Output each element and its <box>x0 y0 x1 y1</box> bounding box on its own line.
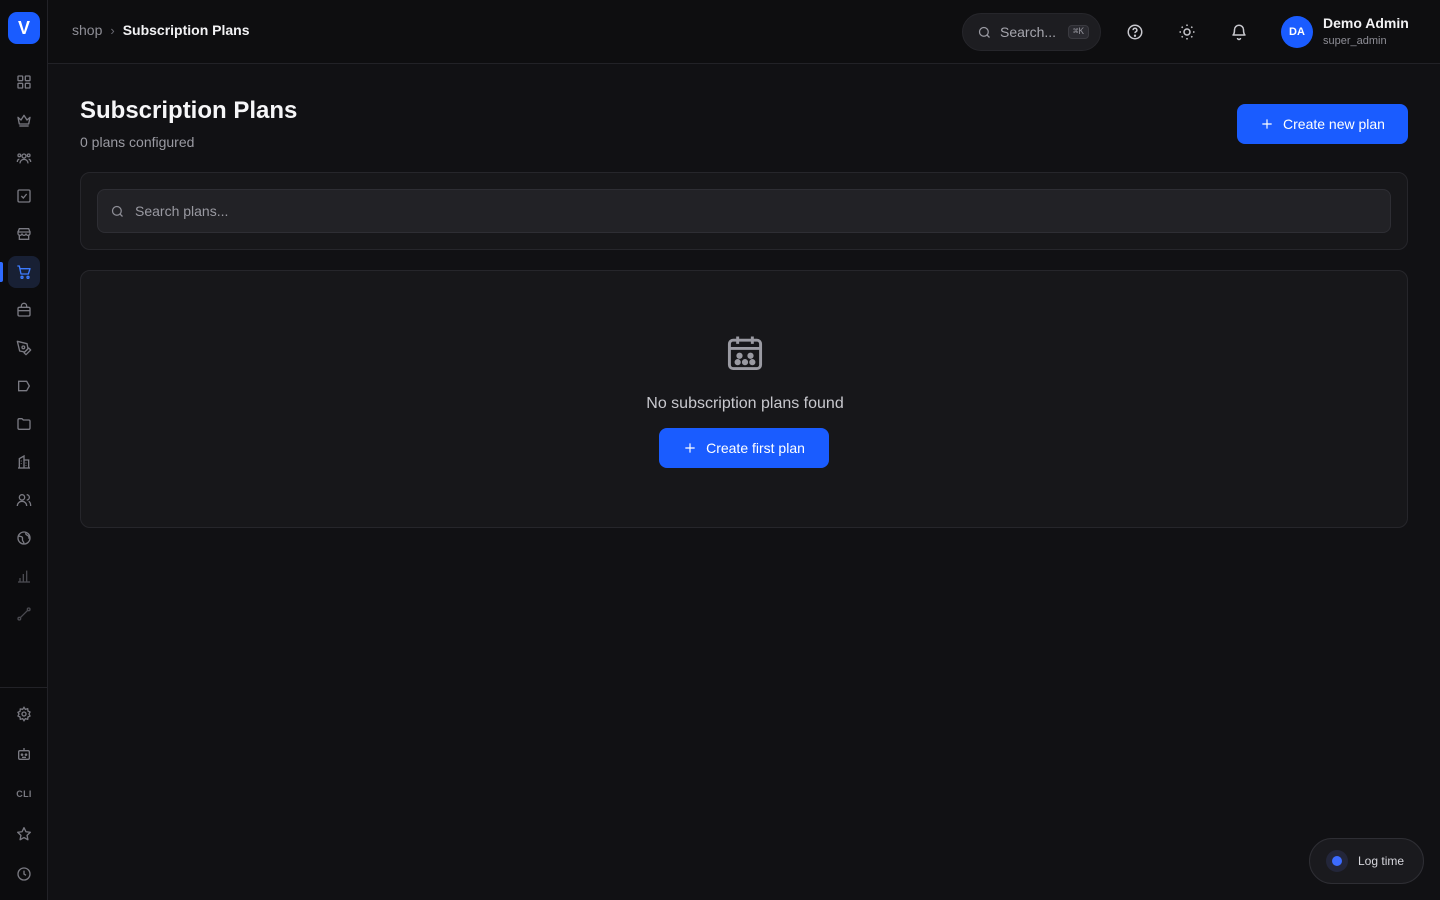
timer-icon <box>1326 850 1348 872</box>
bar-chart-icon[interactable] <box>8 560 40 592</box>
create-new-plan-button[interactable]: Create new plan <box>1237 104 1408 144</box>
calendar-icon <box>727 336 763 371</box>
app-logo[interactable]: V <box>8 12 40 44</box>
breadcrumb-current: Subscription Plans <box>122 22 250 38</box>
cli-button[interactable]: CLI <box>8 778 40 810</box>
bell-icon[interactable] <box>1227 20 1251 44</box>
chevron-right-icon: › <box>110 22 115 38</box>
users-icon[interactable] <box>8 142 40 174</box>
log-time-label: Log time <box>1358 854 1405 868</box>
filter-card <box>80 172 1408 250</box>
plans-count: 0 plans configured <box>80 134 195 150</box>
cart-icon[interactable] <box>8 256 40 288</box>
sun-icon[interactable] <box>1175 20 1199 44</box>
user-name[interactable]: Demo Admin <box>1323 15 1409 31</box>
breadcrumb-shop[interactable]: shop <box>72 22 102 38</box>
cli-label: CLI <box>16 789 32 799</box>
megaphone-icon[interactable] <box>8 370 40 402</box>
log-time-button[interactable]: Log time <box>1309 838 1424 884</box>
bag-icon[interactable] <box>8 294 40 326</box>
plus-icon <box>1262 119 1272 129</box>
pen-icon[interactable] <box>8 332 40 364</box>
active-indicator <box>0 262 3 282</box>
search-icon <box>978 26 990 38</box>
breadcrumb: shop › Subscription Plans <box>72 22 250 38</box>
global-search-label: Search... <box>1000 24 1057 40</box>
search-icon <box>111 205 123 217</box>
empty-state-message: No subscription plans found <box>646 395 844 412</box>
gear-icon[interactable] <box>8 698 40 730</box>
help-icon[interactable] <box>1123 20 1147 44</box>
search-shortcut: ⌘K <box>1068 25 1089 39</box>
sidebar: V CLI <box>0 0 48 900</box>
user-role: super_admin <box>1323 35 1387 47</box>
global-search-button[interactable]: Search... ⌘K <box>962 13 1101 51</box>
top-bar: shop › Subscription Plans Search... ⌘K D… <box>48 0 1440 64</box>
search-plans-field[interactable] <box>97 189 1391 233</box>
create-first-plan-button[interactable]: Create first plan <box>659 428 829 468</box>
create-new-plan-label: Create new plan <box>1283 116 1385 132</box>
plus-icon <box>685 443 695 453</box>
star-icon[interactable] <box>8 818 40 850</box>
crown-icon[interactable] <box>8 104 40 136</box>
page-title: Subscription Plans <box>80 97 298 124</box>
building-icon[interactable] <box>8 446 40 478</box>
search-plans-input[interactable] <box>135 203 1390 219</box>
clock-icon[interactable] <box>8 858 40 890</box>
route-icon[interactable] <box>8 598 40 630</box>
avatar[interactable]: DA <box>1281 16 1313 48</box>
empty-state-card: No subscription plans found <box>80 270 1408 528</box>
dashboard-icon[interactable] <box>8 66 40 98</box>
globe-icon[interactable] <box>8 522 40 554</box>
checkbox-icon[interactable] <box>8 180 40 212</box>
store-icon[interactable] <box>8 218 40 250</box>
sidebar-divider <box>0 687 48 688</box>
folder-icon[interactable] <box>8 408 40 440</box>
bot-icon[interactable] <box>8 738 40 770</box>
create-first-plan-label: Create first plan <box>706 440 805 456</box>
people-icon[interactable] <box>8 484 40 516</box>
